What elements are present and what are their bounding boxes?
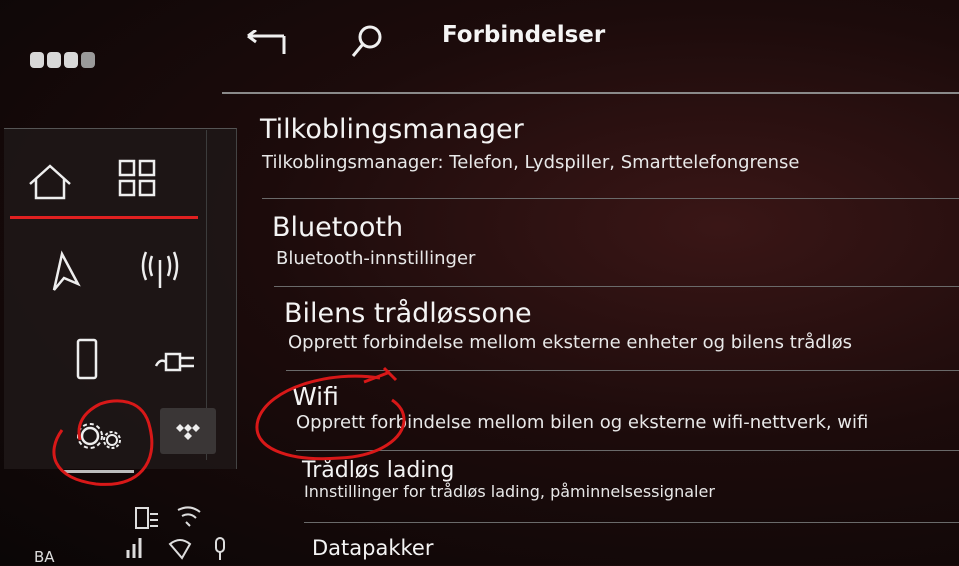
search-icon[interactable]: [348, 22, 388, 62]
radio-antenna-icon[interactable]: [130, 244, 190, 294]
apps-grid-icon[interactable]: [106, 155, 166, 205]
list-item-title-tilkoblingsmanager[interactable]: Tilkoblingsmanager: [260, 114, 524, 145]
page-title: Forbindelser: [442, 22, 606, 48]
list-item-title-tradlos-lading[interactable]: Trådløs lading: [302, 458, 454, 483]
settings-gear-icon[interactable]: [68, 408, 128, 458]
settings-active-indicator: [64, 470, 134, 473]
list-item-subtitle: Tilkoblingsmanager: Telefon, Lydspiller,…: [262, 152, 800, 173]
phone-icon[interactable]: [58, 336, 118, 386]
list-item-title-datapakker[interactable]: Datapakker: [312, 536, 433, 560]
list-divider: [296, 450, 959, 451]
tidal-button[interactable]: [160, 408, 216, 454]
sidebar-accent-line: [10, 216, 198, 219]
home-icon[interactable]: [20, 158, 80, 208]
list-item-subtitle: Bluetooth-innstillinger: [276, 248, 476, 269]
list-divider: [304, 522, 959, 523]
list-item-subtitle: Innstillinger for trådløs lading, påminn…: [304, 482, 715, 501]
list-item-subtitle: Opprett forbindelse mellom eksterne enhe…: [288, 332, 853, 353]
list-divider: [286, 370, 959, 371]
list-item-title-wifi[interactable]: Wifi: [292, 382, 339, 411]
charging-plug-icon[interactable]: [150, 332, 210, 382]
status-label: BA: [34, 548, 55, 566]
status-dot: [64, 52, 78, 68]
list-item-title-bilens-tradlossone[interactable]: Bilens trådløssone: [284, 298, 532, 329]
status-dot: [30, 52, 44, 68]
tidal-icon: [176, 424, 200, 440]
list-item-title-bluetooth[interactable]: Bluetooth: [272, 212, 403, 243]
header-divider: [222, 92, 959, 94]
status-icons: [126, 506, 225, 560]
status-dot: [81, 52, 95, 68]
back-arrow-icon[interactable]: [240, 30, 290, 60]
list-divider: [274, 286, 959, 287]
navigation-icon[interactable]: [38, 248, 98, 298]
status-dot: [47, 52, 61, 68]
status-dots: [30, 52, 95, 68]
list-divider: [262, 198, 959, 199]
list-item-subtitle: Opprett forbindelse mellom bilen og ekst…: [296, 412, 869, 433]
